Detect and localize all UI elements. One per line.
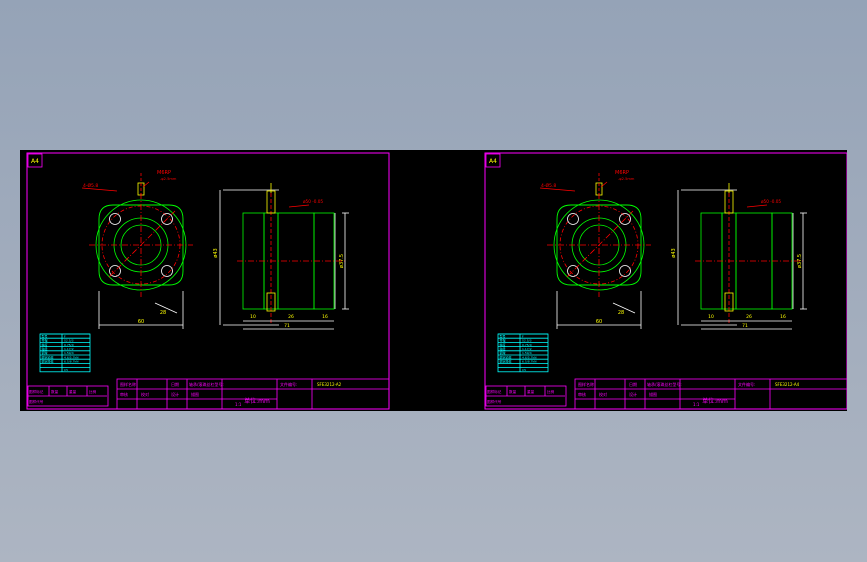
screw-label: M6RP xyxy=(615,170,629,176)
tb-r2c3: 设计 xyxy=(629,391,637,397)
dim-diag-label: 28 xyxy=(618,310,624,316)
sheet-size-label: A4 xyxy=(489,158,497,165)
left-r1c: 重量 xyxy=(527,389,535,394)
tb-r1c4: 文件编号: xyxy=(280,381,297,387)
fit-leader xyxy=(746,204,768,208)
cad-drawing-svg: A44-Ø5.8M6RP-φ2.5mm6028ø43ø37.5ø50 -0.05… xyxy=(26,152,848,410)
drawing-sheet-2[interactable]: A4 4-Ø5.8 M6RP-φ2.5mm 60 28 ø43 ø37.5 ø50 -0.05… xyxy=(484,152,848,410)
bolt-hole-4 xyxy=(619,265,631,277)
left-r1d: 比例 xyxy=(89,389,97,394)
hole-callout-label: 4-Ø5.8 xyxy=(83,182,98,189)
dim-left-vertical-label: ø43 xyxy=(213,248,219,257)
dim-small-2: 26 xyxy=(288,314,294,320)
tb-scale: 1:1 xyxy=(693,402,700,407)
dim-small-2: 26 xyxy=(746,314,752,320)
tb-r2c2: 校对 xyxy=(599,391,607,397)
tb-r2c4: 描图 xyxy=(191,391,199,397)
dim-right-vertical-label: ø37.5 xyxy=(797,254,803,268)
screw-sub-label: -φ2.5mm xyxy=(160,177,177,181)
left-r2: 图样代号 xyxy=(29,399,44,404)
tb-r1c3: 轴承/滚珠丝杠型号: xyxy=(647,381,682,387)
dim-small-3: 16 xyxy=(780,314,786,320)
tb-r2c2: 校对 xyxy=(141,391,149,397)
dim-right-vertical-label: ø37.5 xyxy=(339,254,345,268)
dim-left-vertical-label: ø43 xyxy=(671,248,677,257)
dim-bottom-label: 60 xyxy=(596,319,602,325)
fit-leader xyxy=(288,204,310,208)
screw-sub-label: -φ2.5mm xyxy=(618,177,635,181)
drawing-sheet-1[interactable]: A4 4-Ø5.8 M6RP-φ2.5mm 60 28 ø43 ø37.5 ø50 -0.05… xyxy=(26,152,390,410)
left-r1d: 比例 xyxy=(547,389,555,394)
left-r1: 图样标记 xyxy=(487,389,502,394)
tb-unit: 单位:mm xyxy=(702,397,728,405)
fit-label: ø50 -0.05 xyxy=(303,199,323,204)
tb-r2c4: 描图 xyxy=(649,391,657,397)
tb-scale: 1:1 xyxy=(235,402,242,407)
tb-drawing-no: SFE3212-A4 xyxy=(775,382,800,387)
left-r1c: 重量 xyxy=(69,389,77,394)
tb-r1c4: 文件编号: xyxy=(738,381,755,387)
diag-centerline xyxy=(566,210,634,278)
hole-callout-label: 4-Ø5.8 xyxy=(541,182,556,189)
diag-centerline xyxy=(108,210,176,278)
tb-r1c1: 图样名称 xyxy=(120,381,136,387)
spec-row-value: C5 xyxy=(522,368,526,372)
left-r2: 图样代号 xyxy=(487,399,502,404)
dim-small-1: 10 xyxy=(708,314,714,320)
tb-unit: 单位:mm xyxy=(244,397,270,405)
left-r1: 图样标记 xyxy=(29,389,44,394)
tb-r2c1: 审核 xyxy=(578,391,586,397)
tb-r1c2: 日期 xyxy=(629,381,637,387)
tb-r1c2: 日期 xyxy=(171,381,179,387)
left-r1b: 数量 xyxy=(51,389,59,394)
dim-total-label: 71 xyxy=(742,323,748,329)
bolt-hole-4 xyxy=(161,265,173,277)
bolt-hole-1 xyxy=(567,213,579,225)
spec-row-value: C5 xyxy=(64,368,68,372)
dim-bottom-label: 60 xyxy=(138,319,144,325)
tb-r2c3: 设计 xyxy=(171,391,179,397)
screw-label: M6RP xyxy=(157,170,171,176)
left-r1b: 数量 xyxy=(509,389,517,394)
fit-label: ø50 -0.05 xyxy=(761,199,781,204)
dim-small-1: 10 xyxy=(250,314,256,320)
sheet-size-label: A4 xyxy=(31,158,39,165)
tb-drawing-no: SFE3212-A2 xyxy=(317,382,342,387)
bolt-hole-1 xyxy=(109,213,121,225)
dim-small-3: 16 xyxy=(322,314,328,320)
dim-total-label: 71 xyxy=(284,323,290,329)
tb-r2c1: 审核 xyxy=(120,391,128,397)
cad-model-space[interactable]: A4 4-Ø5.8 M6RP -φ2.5mm 60 28 ø43 ø37.5 ø50 -0.05… xyxy=(20,150,848,411)
dim-diag-label: 28 xyxy=(160,310,166,316)
tb-r1c3: 轴承/滚珠丝杠型号: xyxy=(189,381,224,387)
tb-r1c1: 图样名称 xyxy=(578,381,594,387)
spec-row-label: 额定静载 xyxy=(500,359,512,364)
spec-row-label: 额定静载 xyxy=(42,359,54,364)
